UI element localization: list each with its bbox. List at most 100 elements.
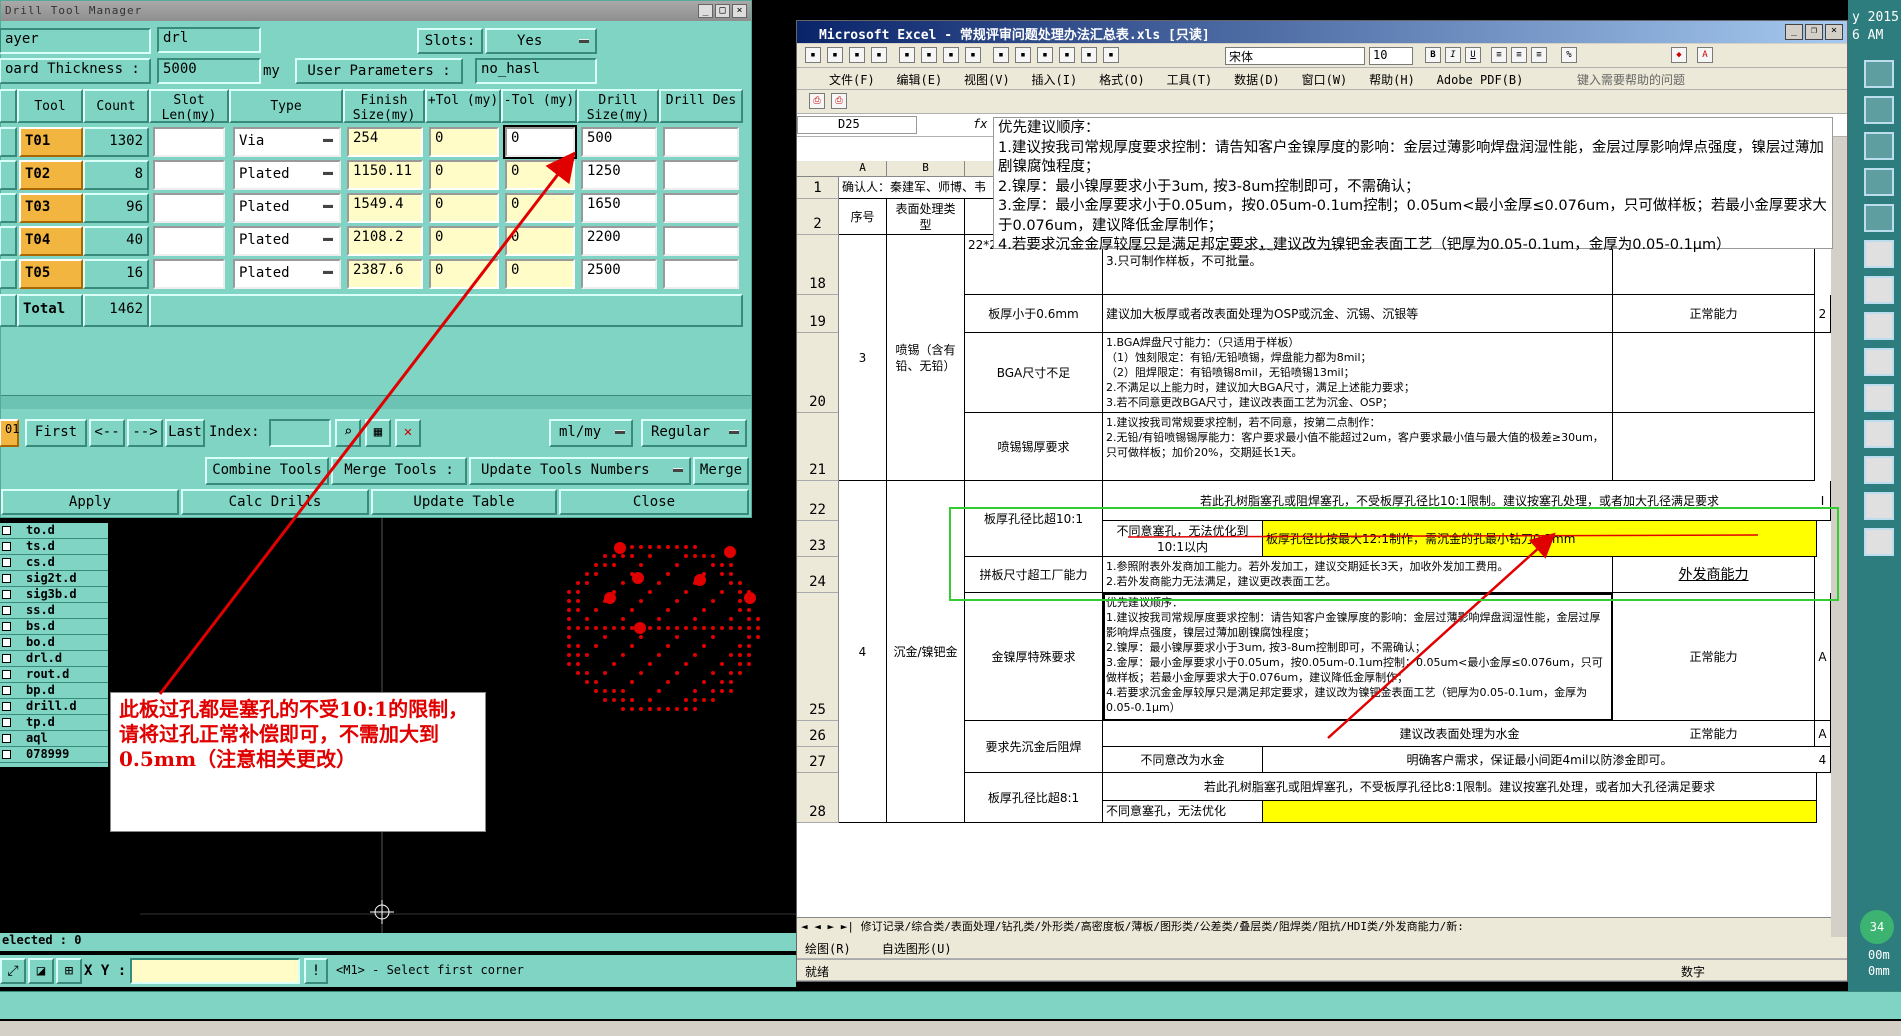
r28-d[interactable]: 若此孔树脂塞孔或阻焊塞孔，不受板厚孔径比8:1限制。建议按塞孔处理，或者加大孔径… bbox=[1103, 773, 1817, 801]
menu-data[interactable]: 数据(D) bbox=[1234, 71, 1280, 88]
layer-item[interactable]: 078999 bbox=[0, 747, 108, 763]
row-header[interactable]: 26 bbox=[797, 721, 839, 747]
r28-b[interactable] bbox=[887, 773, 965, 823]
minus-tol-field[interactable]: 0 bbox=[503, 125, 577, 159]
pdf-mail-icon[interactable]: ⎙ bbox=[831, 93, 847, 109]
help-search-input[interactable]: 键入需要帮助的问题 bbox=[1577, 71, 1685, 88]
cut-icon[interactable]: ▪ bbox=[993, 47, 1009, 63]
r19-d[interactable]: 建议加大板厚或者改表面处理为OSP或沉金、沉锡、沉银等 bbox=[1103, 295, 1613, 333]
r21-d[interactable]: 1.建议按我司常规要求控制，若不同意，按第二点制作： 2.无铅/有铅喷锡锡厚能力… bbox=[1103, 413, 1613, 481]
type-dropdown[interactable]: Plated bbox=[233, 259, 341, 289]
minus-tol-field[interactable]: 0 bbox=[505, 193, 575, 223]
underline-icon[interactable]: U bbox=[1465, 47, 1481, 63]
row-select-handle[interactable] bbox=[0, 127, 17, 157]
font-color-icon[interactable]: A bbox=[1697, 47, 1713, 63]
merge-button[interactable]: Merge bbox=[693, 457, 749, 485]
grid-icon[interactable]: ⊞ bbox=[56, 958, 82, 984]
layer-checkbox[interactable] bbox=[2, 558, 11, 567]
r28-c[interactable]: 板厚孔径比超8:1 bbox=[965, 773, 1103, 823]
xy-field[interactable] bbox=[130, 958, 300, 984]
type-dropdown[interactable]: Plated bbox=[233, 193, 341, 223]
formula-content[interactable]: 优先建议顺序： 1.建议按我司常规厚度要求控制：请告知客户金镍厚度的影响：金层过薄… bbox=[993, 117, 1833, 253]
r27-d[interactable]: 不同意改为水金 bbox=[1103, 747, 1263, 773]
layer-item[interactable]: bp.d bbox=[0, 683, 108, 699]
layers-icon[interactable] bbox=[1864, 96, 1894, 124]
layer-item[interactable]: to.d bbox=[0, 523, 108, 539]
layer-checkbox[interactable] bbox=[2, 526, 11, 535]
unit-dropdown[interactable]: ml/my bbox=[549, 419, 633, 447]
r26-e[interactable]: 正常能力 bbox=[1613, 721, 1815, 747]
plus-tol-field[interactable]: 0 bbox=[429, 193, 499, 223]
calc-drills-button[interactable]: Calc Drills bbox=[181, 489, 369, 515]
sheet-tabs[interactable]: ◄ ◄ ► ►| 修订记录/综合类/表面处理/钻孔类/外形类/高密度板/薄板/图… bbox=[797, 917, 1831, 937]
maximize-icon[interactable]: □ bbox=[715, 4, 730, 18]
r22-c[interactable]: 板厚孔径比超10:1 bbox=[965, 481, 1103, 557]
warning-icon[interactable] bbox=[1864, 240, 1894, 268]
menu-help[interactable]: 帮助(H) bbox=[1369, 71, 1415, 88]
update-tools-numbers-dropdown[interactable]: Update Tools Numbers bbox=[469, 457, 691, 485]
layer-checkbox[interactable] bbox=[2, 606, 11, 615]
regular-dropdown[interactable]: Regular bbox=[641, 419, 747, 447]
prev-button[interactable]: <-- bbox=[89, 419, 125, 447]
measure-icon[interactable] bbox=[1864, 456, 1894, 484]
select-icon[interactable] bbox=[1864, 528, 1894, 556]
layer-item[interactable]: bs.d bbox=[0, 619, 108, 635]
slot-len-field[interactable] bbox=[153, 226, 225, 256]
spell-icon[interactable]: ▪ bbox=[943, 47, 959, 63]
layer-item[interactable]: tp.d bbox=[0, 715, 108, 731]
delete-icon[interactable]: ✕ bbox=[395, 419, 421, 447]
excel-close-icon[interactable]: × bbox=[1825, 24, 1843, 40]
plus-tol-field[interactable]: 0 bbox=[429, 160, 499, 190]
row-header[interactable]: 27 bbox=[797, 747, 839, 773]
perm-icon[interactable]: ▪ bbox=[871, 47, 887, 63]
r24-c[interactable]: 拼板尺寸超工厂能力 bbox=[965, 557, 1103, 593]
r27-f[interactable]: 4 bbox=[1815, 747, 1831, 773]
user-params-field[interactable]: no_hasl bbox=[475, 58, 597, 84]
layer-item[interactable]: sig2t.d bbox=[0, 571, 108, 587]
layer-item[interactable]: drill.d bbox=[0, 699, 108, 715]
header-seq[interactable]: 序号 bbox=[839, 199, 887, 235]
type-dropdown[interactable]: Via bbox=[233, 127, 341, 157]
update-table-button[interactable]: Update Table bbox=[371, 489, 557, 515]
drill-size-field[interactable]: 2500 bbox=[581, 259, 657, 289]
print-icon[interactable]: ▪ bbox=[899, 47, 915, 63]
r26-c[interactable]: 要求先沉金后阻焊 bbox=[965, 721, 1103, 773]
layer-checkbox[interactable] bbox=[2, 750, 11, 759]
drill-des-field[interactable] bbox=[663, 259, 739, 289]
row-select-handle[interactable] bbox=[0, 160, 17, 190]
fill-color-icon[interactable]: ◆ bbox=[1671, 47, 1687, 63]
row-select-handle[interactable] bbox=[0, 259, 17, 289]
menu-view[interactable]: 视图(V) bbox=[964, 71, 1010, 88]
r20-d[interactable]: 1.BGA焊盘尺寸能力：（只适用于样板） （1）蚀刻限定：有铅/无铅喷锡，焊盘能… bbox=[1103, 333, 1613, 413]
search-icon[interactable]: ⌕ bbox=[335, 419, 361, 447]
drill-size-field[interactable]: 500 bbox=[581, 127, 657, 157]
align-left-icon[interactable]: ≡ bbox=[1491, 47, 1507, 63]
layer-item[interactable]: ts.d bbox=[0, 539, 108, 555]
layer-item[interactable]: bo.d bbox=[0, 635, 108, 651]
r23-e[interactable]: 板厚孔径比按最大12:1制作，需沉金的孔最小钻刀0.3mm bbox=[1263, 521, 1817, 557]
combine-tools-button[interactable]: Combine Tools bbox=[205, 457, 329, 485]
stack-icon[interactable] bbox=[1864, 132, 1894, 160]
row-select-handle[interactable] bbox=[0, 193, 17, 223]
horizontal-scrollbar[interactable] bbox=[1, 395, 751, 409]
slot-len-field[interactable] bbox=[153, 160, 225, 190]
r22-d[interactable]: 若此孔树脂塞孔或阻焊塞孔，不受板厚孔径比10:1限制。建议按塞孔处理，或者加大孔… bbox=[1103, 481, 1817, 521]
open-icon[interactable]: ▪ bbox=[827, 47, 843, 63]
col-header-b[interactable]: B bbox=[887, 161, 965, 177]
plus-tol-field[interactable]: 0 bbox=[429, 259, 499, 289]
plus-tol-field[interactable]: 0 bbox=[429, 226, 499, 256]
r19-e[interactable]: 正常能力 bbox=[1613, 295, 1815, 333]
layer-checkbox[interactable] bbox=[2, 686, 11, 695]
settings-icon[interactable] bbox=[1864, 204, 1894, 232]
minus-tol-field[interactable]: 0 bbox=[505, 226, 575, 256]
layer-item[interactable]: aql bbox=[0, 731, 108, 747]
index-field[interactable] bbox=[269, 419, 331, 447]
zoom-icon[interactable]: ⤢ bbox=[0, 958, 26, 984]
measure-icon[interactable]: ◪ bbox=[28, 958, 54, 984]
r25-c[interactable]: 金镍厚特殊要求 bbox=[965, 593, 1103, 721]
layer-checkbox[interactable] bbox=[2, 718, 11, 727]
menu-edit[interactable]: 编辑(E) bbox=[897, 71, 943, 88]
save-icon[interactable]: ▪ bbox=[849, 47, 865, 63]
pdf-icon[interactable]: ⎙ bbox=[809, 93, 825, 109]
name-box[interactable]: D25 bbox=[797, 116, 917, 134]
